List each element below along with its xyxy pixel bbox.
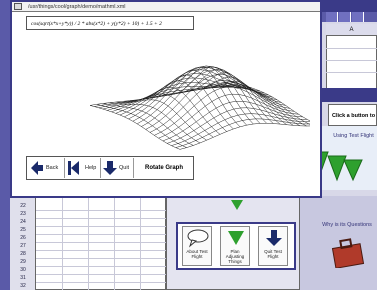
click-instruction: Click a button to — [328, 104, 377, 126]
grid-line — [36, 250, 166, 251]
mesh-line — [163, 65, 254, 125]
equation-display: cos(sqrt(x*x+y*y)) / 2 * abs(x*2) + y(y*… — [26, 16, 194, 30]
window-menu-icon[interactable] — [14, 3, 22, 10]
questions-label: Why is its Questions — [322, 222, 372, 228]
row-number[interactable]: 30 — [10, 267, 36, 273]
mesh-line — [129, 87, 221, 135]
nav-separator — [100, 158, 101, 178]
background-tab[interactable] — [339, 12, 351, 22]
back-button[interactable]: Back — [46, 159, 58, 177]
grid-line — [326, 72, 377, 73]
grid-line — [140, 196, 141, 290]
about-test-flight-label: About Test Flight — [186, 249, 208, 259]
grid-line — [36, 274, 166, 275]
row-number[interactable]: 29 — [10, 259, 36, 265]
plan-adjusting-label: Plan Adjusting Things — [225, 249, 245, 264]
grid-line — [36, 258, 166, 259]
mesh-line — [124, 69, 265, 118]
grid-line — [36, 282, 166, 283]
desktop-left-strip — [0, 0, 10, 290]
grid-line — [114, 196, 115, 290]
background-tab[interactable] — [352, 12, 364, 22]
green-triangle-icon — [231, 200, 243, 210]
speech-bubble-icon — [187, 229, 209, 248]
nav-separator — [133, 158, 134, 178]
row-number[interactable]: 32 — [10, 283, 36, 289]
grid-line — [36, 266, 166, 267]
help-button[interactable]: Help — [85, 159, 96, 177]
row-number[interactable]: 28 — [10, 251, 36, 257]
using-test-flight-label: Using Test Flight — [333, 133, 374, 139]
grid-line — [36, 234, 166, 235]
suitcase-icon[interactable] — [330, 238, 366, 268]
down-arrow-icon[interactable] — [103, 160, 117, 176]
window-title: /usr/things/cool/graph/demo/mathml.xml — [12, 2, 320, 12]
row-number[interactable]: 22 — [10, 203, 36, 209]
rotate-graph-button[interactable]: Rotate Graph — [136, 159, 192, 177]
grid-line — [36, 226, 166, 227]
3d-surface-graph[interactable] — [60, 40, 310, 152]
row-number[interactable]: 26 — [10, 235, 36, 241]
mesh-line — [109, 102, 201, 144]
grid-line — [36, 218, 166, 219]
quit-test-flight-label: Quit Test Flight — [264, 249, 282, 259]
quit-test-flight-button[interactable]: Quit Test Flight — [258, 226, 288, 266]
down-arrow-icon — [266, 230, 282, 246]
mesh-line — [154, 86, 295, 136]
row-number[interactable]: 24 — [10, 219, 36, 225]
grid-line — [326, 48, 377, 49]
background-tab[interactable] — [326, 12, 338, 22]
nav-separator — [64, 158, 65, 178]
green-triangle-icon — [228, 231, 244, 245]
grid-line — [36, 242, 166, 243]
plan-adjusting-button[interactable]: Plan Adjusting Things — [220, 226, 250, 266]
row-number[interactable]: 27 — [10, 243, 36, 249]
row-number[interactable]: 31 — [10, 275, 36, 281]
row-number[interactable]: 25 — [10, 227, 36, 233]
grid-line — [88, 196, 89, 290]
about-test-flight-button[interactable]: About Test Flight — [182, 226, 212, 266]
column-header[interactable]: A — [326, 24, 377, 36]
first-page-icon[interactable] — [67, 160, 83, 176]
grid-line — [326, 60, 377, 61]
back-arrow-icon[interactable] — [30, 160, 44, 176]
mesh-line — [111, 82, 252, 113]
row-number[interactable]: 23 — [10, 211, 36, 217]
quit-button[interactable]: Quit — [119, 159, 129, 177]
grid-line — [36, 210, 166, 211]
grid-line — [62, 196, 63, 290]
